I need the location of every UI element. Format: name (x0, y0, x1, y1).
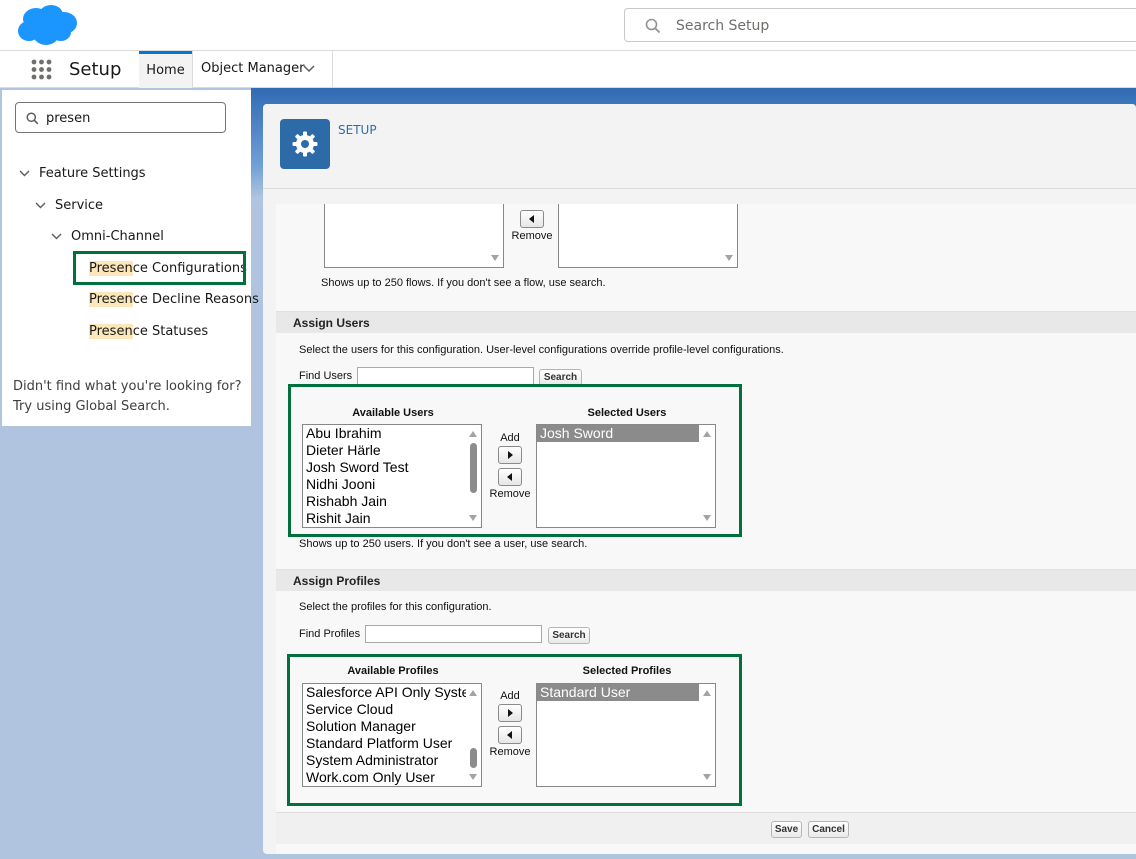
users-note: Shows up to 250 users. If you don't see … (299, 538, 588, 550)
arrow-right-icon (508, 451, 513, 459)
list-item[interactable]: Josh Sword Test (303, 459, 481, 476)
arrow-left-icon (507, 473, 512, 481)
chevron-down-icon[interactable] (303, 65, 315, 73)
add-profiles-label: Add (500, 690, 520, 702)
search-icon (26, 112, 39, 125)
page-header: SETUP (263, 104, 1136, 189)
selected-users-title: Selected Users (587, 407, 667, 419)
sidebar-item-label: ce Decline Reasons (132, 292, 259, 307)
arrow-left-icon (529, 215, 534, 223)
setup-sidebar: Feature Settings Service Omni-Channel Pr… (2, 90, 259, 426)
section-header-assign-profiles: Assign Profiles (276, 569, 1136, 591)
tree-feature-settings[interactable]: Feature Settings (17, 166, 146, 181)
tree-omni-channel-label: Omni-Channel (71, 229, 164, 244)
remove-profile-button[interactable] (498, 726, 522, 744)
search-profiles-button[interactable]: Search (548, 627, 590, 644)
selected-users-list[interactable]: Josh Sword (536, 424, 716, 528)
list-item[interactable]: Standard User (537, 684, 699, 701)
available-flows-list[interactable] (324, 204, 504, 268)
app-name: Setup (69, 59, 122, 80)
list-item[interactable]: Josh Sword (537, 425, 699, 442)
add-profile-button[interactable] (498, 704, 522, 722)
chevron-down-icon[interactable] (19, 170, 30, 177)
available-users-list[interactable]: Abu Ibrahim Dieter Härle Josh Sword Test… (302, 424, 482, 528)
scrollbar[interactable] (488, 204, 503, 267)
available-profiles-list[interactable]: Salesforce API Only System Service Cloud… (302, 683, 482, 787)
global-search-box[interactable]: Search Setup (624, 8, 1136, 42)
available-profiles-title: Available Profiles (347, 665, 439, 677)
selected-flows-list[interactable] (558, 204, 738, 268)
selected-profiles-list[interactable]: Standard User (536, 683, 716, 787)
search-match-highlight: Presen (89, 292, 133, 307)
available-users-title: Available Users (352, 407, 434, 419)
scrollbar[interactable] (722, 204, 737, 267)
arrow-left-icon (507, 731, 512, 739)
setup-badge (280, 119, 330, 169)
app-launcher-icon[interactable] (31, 59, 52, 80)
scrollbar[interactable] (466, 684, 481, 786)
list-item[interactable]: Dieter Härle (303, 442, 481, 459)
list-item[interactable]: Solution Manager (303, 718, 481, 735)
app-nav-bar: Setup Home Object Manager (0, 51, 1136, 88)
remove-flow-button[interactable] (520, 210, 544, 228)
find-profiles-label: Find Profiles (299, 628, 361, 640)
assign-users-instructions: Select the users for this configuration.… (299, 344, 784, 356)
gear-icon (292, 131, 318, 157)
salesforce-logo[interactable] (16, 4, 78, 46)
list-item[interactable]: Rishabh Jain (303, 493, 481, 510)
search-icon (645, 18, 661, 34)
find-users-label: Find Users (299, 370, 353, 382)
chevron-down-icon[interactable] (51, 233, 62, 240)
remove-profiles-label: Remove (489, 746, 531, 758)
annotation-highlight-box (73, 251, 246, 285)
quick-find-input[interactable] (46, 108, 216, 128)
tree-service-label: Service (55, 198, 104, 213)
main-panel: SETUP Remove Shows up to 250 flows. If y… (263, 104, 1136, 854)
scrollbar[interactable] (466, 425, 481, 527)
search-placeholder: Search Setup (676, 18, 770, 34)
section-header-assign-users: Assign Users (276, 311, 1136, 333)
not-found-message: Didn't find what you're looking for? Try… (13, 379, 242, 414)
tree-feature-settings-label: Feature Settings (39, 166, 146, 181)
tab-object-manager[interactable]: Object Manager (192, 51, 333, 88)
list-item[interactable]: Standard Platform User (303, 735, 481, 752)
form-footer: Save Cancel (276, 812, 1136, 844)
tab-home[interactable]: Home (139, 51, 192, 88)
presence-config-form: Remove Shows up to 250 flows. If you don… (276, 204, 1136, 854)
add-users-label: Add (500, 432, 520, 444)
list-item[interactable]: Rishit Jain (303, 510, 481, 527)
search-match-highlight: Presen (89, 324, 133, 339)
arrow-right-icon (508, 709, 513, 717)
save-button[interactable]: Save (771, 821, 802, 838)
sidebar-item-presence-statuses[interactable]: Presence Statuses (89, 324, 208, 339)
find-users-input[interactable] (357, 367, 534, 385)
remove-user-button[interactable] (498, 468, 522, 486)
list-item[interactable]: Service Cloud (303, 701, 481, 718)
find-profiles-input[interactable] (365, 625, 542, 643)
sidebar-item-label: ce Statuses (132, 324, 209, 339)
list-item[interactable]: Nidhi Jooni (303, 476, 481, 493)
scrollbar[interactable] (700, 425, 715, 527)
quick-find-box[interactable] (15, 102, 226, 133)
list-item[interactable]: Work.com Only User (303, 769, 481, 786)
tree-omni-channel[interactable]: Omni-Channel (49, 229, 164, 244)
list-item[interactable]: Salesforce API Only System (303, 684, 481, 701)
tree-service[interactable]: Service (33, 198, 103, 213)
breadcrumb: SETUP (338, 123, 377, 137)
list-item[interactable]: System Administrator (303, 752, 481, 769)
cancel-button[interactable]: Cancel (808, 821, 849, 838)
tab-object-manager-label: Object Manager (201, 61, 305, 76)
chevron-down-icon[interactable] (35, 202, 46, 209)
flows-note: Shows up to 250 flows. If you don't see … (321, 277, 606, 289)
remove-users-label: Remove (489, 488, 531, 500)
add-user-button[interactable] (498, 446, 522, 464)
list-item[interactable]: Abu Ibrahim (303, 425, 481, 442)
global-header: Search Setup (0, 0, 1136, 51)
remove-flow-label: Remove (511, 230, 553, 242)
sidebar-item-presence-decline-reasons[interactable]: Presence Decline Reasons (89, 292, 259, 307)
assign-profiles-instructions: Select the profiles for this configurati… (299, 601, 492, 613)
selected-profiles-title: Selected Profiles (582, 665, 672, 677)
scrollbar[interactable] (700, 684, 715, 786)
